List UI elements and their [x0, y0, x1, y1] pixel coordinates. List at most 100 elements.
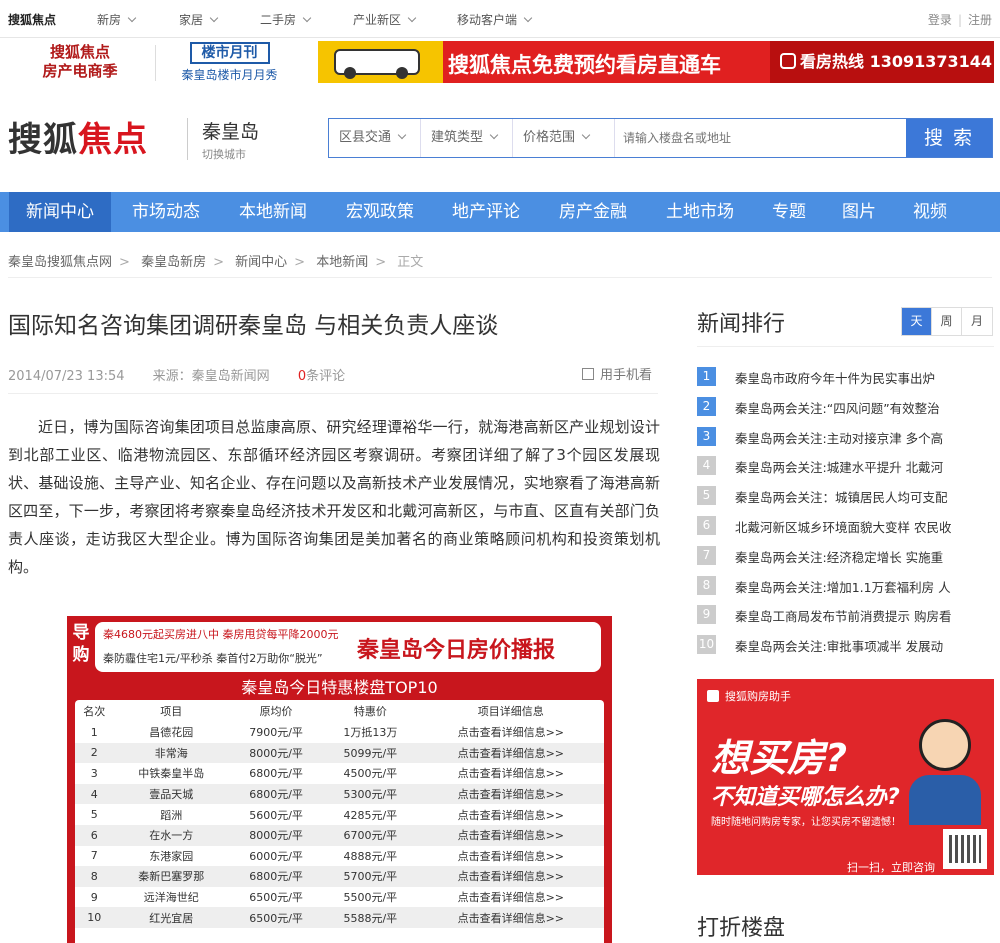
site-logo[interactable]: 搜狐焦点: [8, 112, 148, 161]
rank-headline: 秦皇岛市政府今年十件为民实事出炉: [735, 371, 936, 386]
cell-details-link[interactable]: 点击查看详细信息>>: [418, 846, 604, 867]
purchase-assistant-ad[interactable]: 搜狐购房助手 想买房? 不知道买哪怎么办? 随时随地问购房专家，让您买房不留遗憾…: [697, 679, 994, 875]
list-item[interactable]: 9 秦皇岛工商局发布节前消费提示 购房看: [697, 602, 994, 632]
promo-line2: 秦防霾住宅1元/平秒杀 秦首付2万助你“脱光”: [103, 652, 323, 665]
phone-icon: [780, 53, 796, 69]
tab-day[interactable]: 天: [902, 308, 932, 335]
list-item[interactable]: 7 秦皇岛两会关注:经济稳定增长 实施重: [697, 543, 994, 573]
cell-details-link[interactable]: 点击查看详细信息>>: [417, 742, 604, 764]
cell-details-link[interactable]: 点击查看详细信息>>: [418, 804, 604, 825]
price-range-select[interactable]: 价格范围: [513, 119, 615, 157]
list-item[interactable]: 1 秦皇岛市政府今年十件为民实事出炉: [697, 364, 994, 394]
article-source: 来源：秦皇岛新闻网: [152, 369, 270, 384]
cell-original-price: 8000元/平: [229, 742, 324, 764]
article-date: 2014/07/23 13:54: [8, 369, 125, 384]
list-item[interactable]: 2 秦皇岛两会关注:“四风问题”有效整治: [697, 394, 994, 424]
cell-details-link[interactable]: 点击查看详细信息>>: [418, 722, 604, 743]
breadcrumb-item[interactable]: 秦皇岛搜狐焦点网: [8, 255, 112, 270]
top-menu-home[interactable]: 家居: [179, 11, 219, 28]
consultant-body-icon: [909, 775, 981, 825]
nav-market-trends[interactable]: 市场动态: [118, 192, 214, 232]
search-button[interactable]: 搜 索: [906, 119, 992, 157]
rank-number: 8: [697, 575, 716, 595]
nav-pictures[interactable]: 图片: [829, 192, 889, 232]
cell-special-price: 1万抵13万: [343, 726, 398, 740]
sidebar-divider: [697, 346, 994, 347]
article-divider: [8, 393, 658, 394]
list-item[interactable]: 10 秦皇岛两会关注:审批事项减半 发展动: [697, 632, 994, 662]
top-menu-secondhand[interactable]: 二手房: [260, 11, 312, 28]
table-row: 3 中铁秦皇半岛 6800元/平 4500元/平 点击查看详细信息>>: [75, 763, 604, 784]
auth-separator: |: [957, 13, 962, 27]
building-type-select[interactable]: 建筑类型: [421, 119, 513, 157]
list-item[interactable]: 4 秦皇岛两会关注:城建水平提升 北戴河: [697, 453, 994, 483]
news-ranking-title: 新闻排行: [697, 312, 786, 337]
list-item[interactable]: 6 北戴河新区城乡环境面貌大变样 农民收: [697, 513, 994, 543]
rank-headline: 秦皇岛两会关注：城镇居民人均可支配: [735, 490, 948, 506]
top-menu-industrial-zone[interactable]: 产业新区: [353, 11, 417, 28]
nav-news-center[interactable]: 新闻中心: [9, 192, 111, 232]
price-report-title: 秦皇岛今日房价播报: [357, 638, 556, 663]
ad-scan-text: 扫一扫，立即咨询: [847, 861, 935, 874]
comment-link[interactable]: 0条评论: [298, 369, 345, 384]
cell-special-price: 5588元/平: [323, 907, 418, 928]
cell-details-link[interactable]: 点击查看详细信息>>: [417, 907, 604, 928]
breadcrumb-item[interactable]: 秦皇岛新房: [141, 255, 206, 270]
price-report-image[interactable]: 导购 秦4680元起买房进八中 秦房甩贷每平降2000元 秦防霾住宅1元/平秒杀…: [67, 616, 612, 943]
list-item[interactable]: 8 秦皇岛两会关注:增加1.1万套福利房 人: [697, 573, 994, 603]
nav-special-topics[interactable]: 专题: [759, 192, 819, 232]
tab-week[interactable]: 周: [932, 308, 962, 335]
read-on-mobile-link[interactable]: 用手机看: [582, 364, 652, 383]
switch-city-link[interactable]: 切换城市: [202, 146, 246, 162]
nav-realestate-review[interactable]: 地产评论: [438, 192, 534, 232]
list-item[interactable]: 3 秦皇岛两会关注:主动对接京津 多个高: [697, 424, 994, 454]
cell-special-price: 6700元/平: [323, 824, 418, 846]
monthly-magazine-promo[interactable]: 楼市月刊 秦皇岛楼市月月秀: [172, 42, 287, 83]
top-menu-newhouse[interactable]: 新房: [97, 11, 137, 28]
nav-videos[interactable]: 视频: [900, 192, 960, 232]
cell-special-price: 5099元/平: [323, 742, 418, 764]
cell-original-price: 5600元/平: [249, 808, 303, 822]
news-ranking-list: 1 秦皇岛市政府今年十件为民实事出炉 2 秦皇岛两会关注:“四风问题”有效整治 3 秦皇岛…: [697, 364, 994, 662]
nav-housing-finance[interactable]: 房产金融: [545, 192, 641, 232]
nav-local-news[interactable]: 本地新闻: [225, 192, 321, 232]
promo-line1: 秦4680元起买房进八中 秦房甩贷每平降2000元: [103, 628, 339, 641]
cell-original-price: 6000元/平: [249, 849, 303, 863]
cell-special-price: 4285元/平: [343, 808, 398, 822]
rank-headline: 北戴河新区城乡环境面貌大变样 农民收: [735, 519, 952, 535]
list-item[interactable]: 5 秦皇岛两会关注：城镇居民人均可支配: [697, 483, 994, 513]
cell-rank: 2: [75, 742, 114, 764]
register-link[interactable]: 注册: [968, 13, 992, 27]
breadcrumb-item[interactable]: 新闻中心: [235, 255, 287, 270]
cell-details-link[interactable]: 点击查看详细信息>>: [417, 824, 604, 846]
promo2-title: 楼市月刊: [189, 42, 270, 64]
rank-number: 2: [697, 396, 716, 416]
top-menu-mobile-client[interactable]: 移动客户端: [457, 11, 533, 28]
breadcrumb-item[interactable]: 本地新闻: [316, 255, 368, 270]
ecommerce-season-promo[interactable]: 搜狐焦点 房产电商季: [30, 43, 130, 81]
cell-original-price: 6800元/平: [249, 767, 303, 781]
search-input[interactable]: [615, 119, 905, 157]
cell-details-link[interactable]: 点击查看详细信息>>: [417, 866, 604, 887]
chevron-down-icon: [127, 13, 137, 23]
cell-special-price: 4500元/平: [343, 767, 398, 781]
cell-details-link[interactable]: 点击查看详细信息>>: [418, 887, 604, 908]
banner-row: 搜狐焦点 房产电商季 楼市月刊 秦皇岛楼市月月秀 搜狐焦点免费预约看房直通车 看…: [0, 39, 1000, 87]
tab-month[interactable]: 月: [962, 308, 992, 335]
top-brand-link[interactable]: 搜狐焦点: [8, 11, 56, 28]
cell-rank: 8: [75, 866, 114, 887]
cell-details-link[interactable]: 点击查看详细信息>>: [417, 783, 604, 805]
login-link[interactable]: 登录: [928, 13, 952, 27]
search-bar: 区县交通 建筑类型 价格范围 搜 索: [328, 118, 993, 158]
district-filter-select[interactable]: 区县交通: [329, 119, 421, 157]
cell-rank: 3: [90, 766, 98, 780]
cell-original-price: 6500元/平: [249, 891, 303, 905]
free-viewing-bus-ad[interactable]: 搜狐焦点免费预约看房直通车 看房热线 13091373144: [318, 41, 994, 83]
table-row: 5 蹈洲 5600元/平 4285元/平 点击查看详细信息>>: [75, 804, 604, 825]
nav-macro-policy[interactable]: 宏观政策: [332, 192, 428, 232]
cell-details-link[interactable]: 点击查看详细信息>>: [418, 763, 604, 784]
ad-tag: 搜狐购房助手: [707, 688, 791, 704]
nav-land-market[interactable]: 土地市场: [652, 192, 748, 232]
chevron-down-icon: [407, 13, 417, 23]
article-body: 近日，博为国际咨询集团项目总监康高原、研究经理谭裕华一行，就海港高新区产业规划设…: [8, 418, 660, 576]
